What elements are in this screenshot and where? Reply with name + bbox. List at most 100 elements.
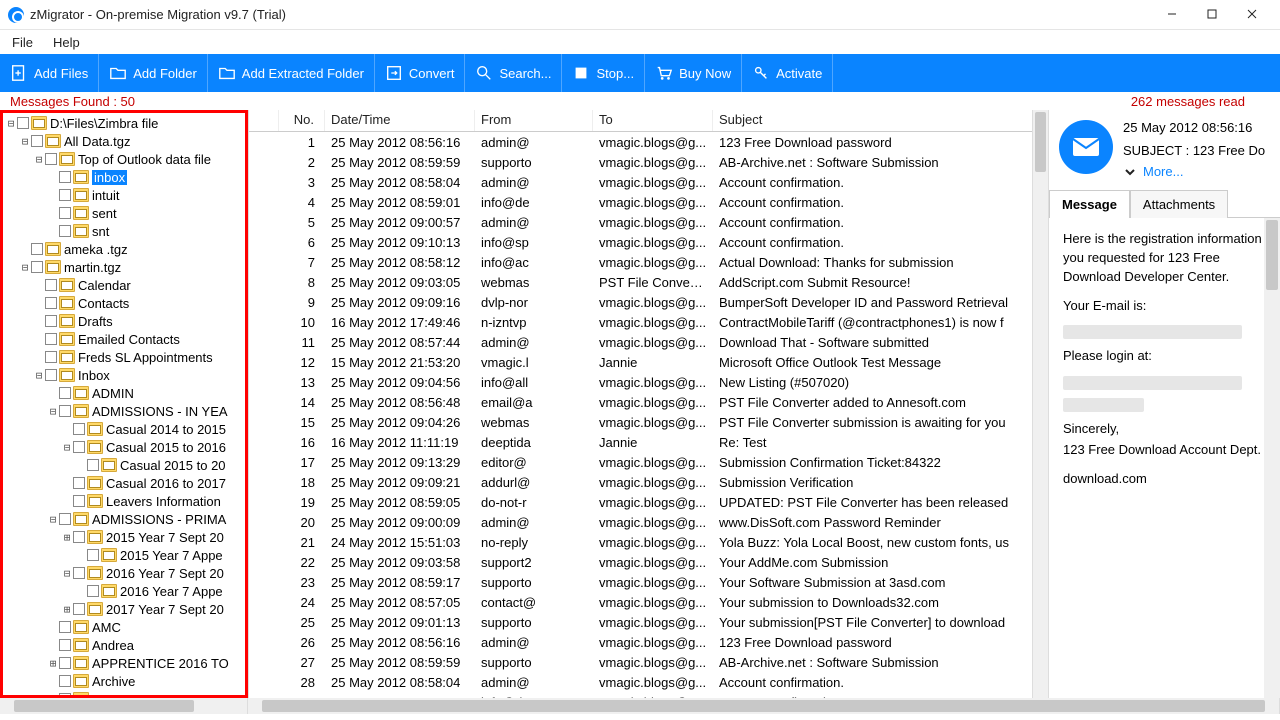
tree-node[interactable]: Andrea	[5, 636, 243, 654]
col-subject[interactable]: Subject	[713, 110, 1048, 131]
bottom-scrollbar[interactable]	[0, 698, 1280, 714]
tree-checkbox[interactable]	[73, 567, 85, 579]
activate-button[interactable]: Activate	[742, 54, 833, 92]
tree-node[interactable]: ⊟D:\Files\Zimbra file	[5, 114, 243, 132]
col-no[interactable]: No.	[279, 110, 325, 131]
table-row[interactable]: 2825 May 2012 08:58:04admin@vmagic.blogs…	[249, 672, 1048, 692]
scrollbar-thumb[interactable]	[1035, 112, 1046, 172]
buy-now-button[interactable]: Buy Now	[645, 54, 742, 92]
table-row[interactable]: 625 May 2012 09:10:13info@spvmagic.blogs…	[249, 232, 1048, 252]
tree-node[interactable]: Emailed Contacts	[5, 330, 243, 348]
tree-checkbox[interactable]	[31, 135, 43, 147]
tree-checkbox[interactable]	[59, 225, 71, 237]
stop-button[interactable]: Stop...	[562, 54, 645, 92]
tree-checkbox[interactable]	[31, 261, 43, 273]
expand-icon[interactable]: ⊞	[47, 657, 59, 670]
tree-node[interactable]: ⊞2017 Year 7 Sept 20	[5, 600, 243, 618]
tree-node[interactable]: Casual 2016 to 2017	[5, 474, 243, 492]
table-row[interactable]: 1616 May 2012 11:11:19deeptidaJannieRe: …	[249, 432, 1048, 452]
tree-checkbox[interactable]	[59, 189, 71, 201]
grid-body[interactable]: 125 May 2012 08:56:16admin@vmagic.blogs@…	[249, 132, 1048, 698]
tree-node[interactable]: intuit	[5, 186, 243, 204]
tree-checkbox[interactable]	[59, 513, 71, 525]
tree-node[interactable]: Drafts	[5, 312, 243, 330]
table-row[interactable]: 2625 May 2012 08:56:16admin@vmagic.blogs…	[249, 632, 1048, 652]
tree-node[interactable]: AMC	[5, 618, 243, 636]
tree-node[interactable]: 2015 Year 7 Appe	[5, 546, 243, 564]
table-row[interactable]: 125 May 2012 08:56:16admin@vmagic.blogs@…	[249, 132, 1048, 152]
tree-checkbox[interactable]	[59, 171, 71, 183]
table-row[interactable]: 525 May 2012 09:00:57admin@vmagic.blogs@…	[249, 212, 1048, 232]
tree-checkbox[interactable]	[45, 351, 57, 363]
table-row[interactable]: 1925 May 2012 08:59:05do-not-rvmagic.blo…	[249, 492, 1048, 512]
tree-checkbox[interactable]	[17, 117, 29, 129]
tree-checkbox[interactable]	[45, 153, 57, 165]
tree-node[interactable]: ⊞2015 Year 7 Sept 20	[5, 528, 243, 546]
expand-icon[interactable]: ⊟	[47, 513, 59, 526]
table-row[interactable]: 2124 May 2012 15:51:03no-replyvmagic.blo…	[249, 532, 1048, 552]
table-row[interactable]: 2725 May 2012 08:59:59supportovmagic.blo…	[249, 652, 1048, 672]
tree-node[interactable]: ⊟All Data.tgz	[5, 132, 243, 150]
tree-checkbox[interactable]	[45, 333, 57, 345]
table-row[interactable]: 2525 May 2012 09:01:13supportovmagic.blo…	[249, 612, 1048, 632]
tree-checkbox[interactable]	[73, 531, 85, 543]
table-row[interactable]: 1825 May 2012 09:09:21addurl@vmagic.blog…	[249, 472, 1048, 492]
tree-node[interactable]: Archive	[5, 672, 243, 690]
tree-checkbox[interactable]	[87, 549, 99, 561]
tree-node[interactable]: ⊞APPRENTICE 2016 TO	[5, 654, 243, 672]
tree-node[interactable]: ameka .tgz	[5, 240, 243, 258]
close-button[interactable]	[1232, 7, 1272, 22]
table-row[interactable]: 1725 May 2012 09:13:29editor@vmagic.blog…	[249, 452, 1048, 472]
table-row[interactable]: 825 May 2012 09:03:05webmasPST File Conv…	[249, 272, 1048, 292]
tree-checkbox[interactable]	[73, 603, 85, 615]
tree-checkbox[interactable]	[73, 477, 85, 489]
tree-checkbox[interactable]	[87, 459, 99, 471]
tree-checkbox[interactable]	[59, 405, 71, 417]
tree-node[interactable]: inbox	[5, 168, 243, 186]
tree-node[interactable]: Casual 2014 to 2015	[5, 420, 243, 438]
add-folder-button[interactable]: Add Folder	[99, 54, 208, 92]
tree-node[interactable]: Contacts	[5, 294, 243, 312]
preview-scrollbar[interactable]	[1264, 218, 1280, 698]
tree-checkbox[interactable]	[59, 207, 71, 219]
tree-node[interactable]: ⊟Casual 2015 to 2016	[5, 438, 243, 456]
tree-checkbox[interactable]	[59, 675, 71, 687]
scrollbar-thumb[interactable]	[14, 700, 194, 712]
tree-node[interactable]: ⊟Top of Outlook data file	[5, 150, 243, 168]
tree-checkbox[interactable]	[59, 387, 71, 399]
add-files-button[interactable]: Add Files	[0, 54, 99, 92]
menu-help[interactable]: Help	[53, 35, 80, 50]
expand-icon[interactable]: ⊟	[5, 117, 17, 130]
tree-checkbox[interactable]	[59, 639, 71, 651]
tree-node[interactable]: ⊟ADMISSIONS - IN YEA	[5, 402, 243, 420]
expand-icon[interactable]: ⊞	[61, 531, 73, 544]
table-row[interactable]: 1425 May 2012 08:56:48email@avmagic.blog…	[249, 392, 1048, 412]
tree-node[interactable]: ⊟2016 Year 7 Sept 20	[5, 564, 243, 582]
tree-checkbox[interactable]	[45, 315, 57, 327]
table-row[interactable]: 1125 May 2012 08:57:44admin@vmagic.blogs…	[249, 332, 1048, 352]
tree-node[interactable]: Freds SL Appointments	[5, 348, 243, 366]
tab-message[interactable]: Message	[1049, 190, 1130, 218]
minimize-button[interactable]	[1152, 7, 1192, 22]
convert-button[interactable]: Convert	[375, 54, 466, 92]
expand-icon[interactable]: ⊟	[61, 441, 73, 454]
tree-node[interactable]: 2016 Year 7 Appe	[5, 582, 243, 600]
expand-icon[interactable]: ⊞	[61, 603, 73, 616]
tree-checkbox[interactable]	[45, 369, 57, 381]
table-row[interactable]: 325 May 2012 08:58:04admin@vmagic.blogs@…	[249, 172, 1048, 192]
table-row[interactable]: 425 May 2012 08:59:01info@devmagic.blogs…	[249, 192, 1048, 212]
expand-icon[interactable]: ⊟	[19, 135, 31, 148]
table-row[interactable]: 1325 May 2012 09:04:56info@allvmagic.blo…	[249, 372, 1048, 392]
menu-file[interactable]: File	[12, 35, 33, 50]
table-row[interactable]: 725 May 2012 08:58:12info@acvmagic.blogs…	[249, 252, 1048, 272]
tree-node[interactable]: ADMIN	[5, 384, 243, 402]
table-row[interactable]: 225 May 2012 08:59:59supportovmagic.blog…	[249, 152, 1048, 172]
tree-checkbox[interactable]	[59, 621, 71, 633]
col-datetime[interactable]: Date/Time	[325, 110, 475, 131]
tree-checkbox[interactable]	[73, 441, 85, 453]
expand-icon[interactable]: ⊟	[19, 261, 31, 274]
search-button[interactable]: Search...	[465, 54, 562, 92]
folder-tree[interactable]: ⊟D:\Files\Zimbra file⊟All Data.tgz⊟Top o…	[0, 110, 248, 698]
table-row[interactable]: 1525 May 2012 09:04:26webmasvmagic.blogs…	[249, 412, 1048, 432]
expand-icon[interactable]: ⊟	[33, 153, 45, 166]
